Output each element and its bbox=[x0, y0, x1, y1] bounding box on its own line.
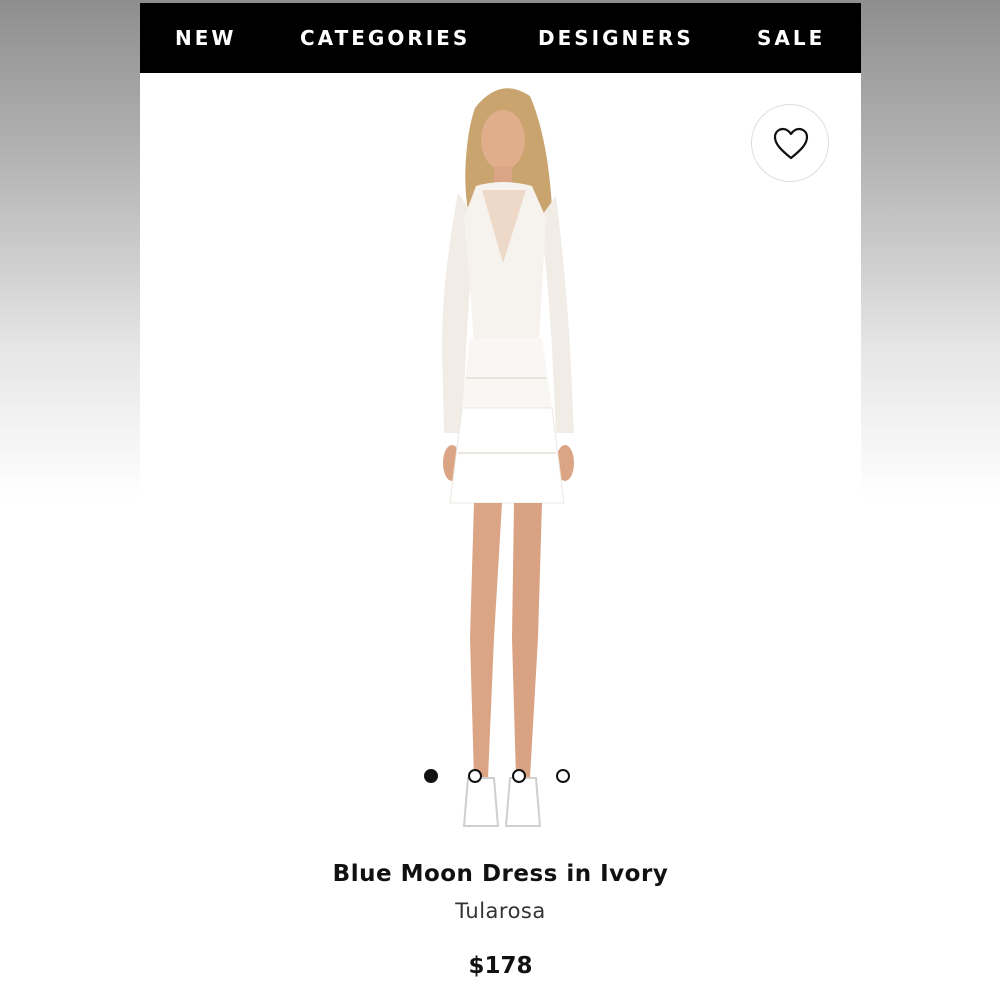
carousel-dot-4[interactable] bbox=[556, 769, 570, 783]
top-navigation-bar: NEW CATEGORIES DESIGNERS SALE bbox=[140, 3, 861, 73]
nav-item-designers[interactable]: DESIGNERS bbox=[538, 3, 694, 73]
carousel-dot-2[interactable] bbox=[468, 769, 482, 783]
product-image[interactable] bbox=[370, 78, 630, 848]
nav-item-new[interactable]: NEW bbox=[175, 3, 236, 73]
nav-item-sale[interactable]: SALE bbox=[757, 3, 825, 73]
product-price: $178 bbox=[468, 953, 533, 979]
product-brand[interactable]: Tularosa bbox=[140, 899, 861, 923]
carousel-dot-1[interactable] bbox=[424, 769, 438, 783]
carousel-dot-3[interactable] bbox=[512, 769, 526, 783]
product-title: Blue Moon Dress in Ivory bbox=[332, 861, 669, 887]
dress-model-photo bbox=[442, 88, 574, 827]
heart-outline-icon bbox=[773, 127, 809, 160]
product-screen: NEW CATEGORIES DESIGNERS SALE Blue Moon … bbox=[140, 3, 861, 1000]
nav-item-categories[interactable]: CATEGORIES bbox=[300, 3, 470, 73]
favorite-button[interactable] bbox=[751, 104, 829, 182]
image-carousel-indicators bbox=[424, 769, 584, 785]
